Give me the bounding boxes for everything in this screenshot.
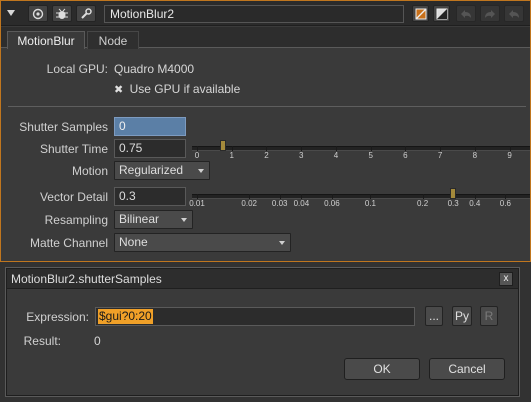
shutter-time-label: Shutter Time xyxy=(39,142,108,156)
cancel-button[interactable]: Cancel xyxy=(429,358,505,380)
shutter-samples-field[interactable]: 0 xyxy=(114,117,186,136)
redo-icon xyxy=(485,9,495,18)
node-help-button[interactable] xyxy=(52,5,72,22)
resampling-value: Bilinear xyxy=(119,212,160,226)
slider-tick-label: 6 xyxy=(403,151,408,160)
ok-button[interactable]: OK xyxy=(344,358,420,380)
circle-dot-icon xyxy=(32,8,44,19)
slider-tick-label: 0.3 xyxy=(447,199,459,208)
slider-tick-label: 0.01 xyxy=(189,199,205,208)
matte-channel-value: None xyxy=(119,235,148,249)
motion-value: Regularized xyxy=(119,163,184,177)
expression-input[interactable]: $gui?0:20 xyxy=(95,307,415,326)
matte-channel-dropdown[interactable]: None xyxy=(114,233,291,252)
slider-tick-label: 2 xyxy=(264,151,269,160)
viewer-swatch-icon xyxy=(436,8,447,19)
vector-detail-label: Vector Detail xyxy=(39,190,108,204)
slider-track xyxy=(192,146,530,151)
revert-button[interactable] xyxy=(504,5,524,22)
chevron-down-icon xyxy=(181,218,187,222)
shutter-samples-label: Shutter Samples xyxy=(19,120,108,134)
slider-tick-label: 0.4 xyxy=(469,199,481,208)
browse-button[interactable]: ... xyxy=(425,306,443,326)
chevron-down-icon xyxy=(279,241,285,245)
close-button[interactable]: x xyxy=(499,272,513,286)
slider-handle[interactable] xyxy=(220,140,227,151)
slider-tick-label: 0.2 xyxy=(417,199,429,208)
slider-tick-label: 0 xyxy=(194,151,200,160)
color-swatch-icon xyxy=(415,8,426,19)
tab-strip: MotionBlur Node xyxy=(1,27,530,49)
python-button[interactable]: Py xyxy=(452,306,472,326)
node-center-button[interactable] xyxy=(28,5,48,22)
slider-tick-label: 7 xyxy=(437,151,443,160)
resampling-label: Resampling xyxy=(44,213,108,227)
node-viewer-color-button[interactable] xyxy=(433,5,450,22)
node-name-field[interactable]: MotionBlur2 xyxy=(104,5,404,23)
checkbox-check-icon: ✖ xyxy=(114,84,124,96)
motion-label: Motion xyxy=(71,164,108,178)
chevron-down-icon xyxy=(198,169,204,173)
slider-tick-label: 0.02 xyxy=(241,199,257,208)
slider-tick-label: 0.04 xyxy=(293,199,310,208)
undo-button[interactable] xyxy=(456,5,476,22)
use-gpu-checkbox[interactable]: ✖ Use GPU if available xyxy=(114,82,240,96)
tab-node[interactable]: Node xyxy=(87,31,139,49)
slider-tick-label: 3 xyxy=(298,151,304,160)
tab-motionblur[interactable]: MotionBlur xyxy=(7,31,85,49)
expression-dialog: MotionBlur2.shutterSamples x Expression:… xyxy=(6,268,519,396)
shutter-time-slider[interactable]: 0 1 2 3 4 5 6 7 8 9 xyxy=(192,138,530,160)
node-color-button[interactable] xyxy=(412,5,429,22)
undo-icon xyxy=(461,9,471,18)
dialog-title: MotionBlur2.shutterSamples xyxy=(7,269,518,289)
motion-dropdown[interactable]: Regularized xyxy=(114,161,210,180)
result-value: 0 xyxy=(94,334,101,348)
slider-tick-label: 5 xyxy=(368,151,373,160)
shutter-time-field[interactable]: 0.75 xyxy=(114,139,186,158)
section-divider xyxy=(8,106,526,107)
redo-button[interactable] xyxy=(480,5,500,22)
matte-channel-label: Matte Channel xyxy=(29,236,108,250)
expression-text: $gui?0:20 xyxy=(98,309,153,324)
slider-tick-label: 1 xyxy=(229,151,234,160)
node-settings-button[interactable] xyxy=(76,5,96,22)
node-title-bar: MotionBlur2 xyxy=(1,1,530,26)
slider-tick-label: 0.6 xyxy=(499,199,511,208)
bug-icon xyxy=(56,8,68,19)
result-label: Result: xyxy=(23,334,61,348)
slider-tick-label: 4 xyxy=(333,151,339,160)
use-gpu-label: Use GPU if available xyxy=(129,82,241,96)
revert-icon xyxy=(509,9,519,18)
vector-detail-slider[interactable]: 0.01 0.02 0.03 0.04 0.06 0.1 0.2 0.3 0.4 0.6 xyxy=(189,186,530,208)
local-gpu-label: Local GPU: xyxy=(46,62,108,76)
r-button[interactable]: R xyxy=(480,306,498,326)
resampling-dropdown[interactable]: Bilinear xyxy=(114,210,193,229)
slider-handle[interactable] xyxy=(450,188,457,199)
slider-tick-label: 0.03 xyxy=(271,199,288,208)
slider-tick-label: 8 xyxy=(472,151,478,160)
wrench-icon xyxy=(81,7,92,19)
vector-detail-field[interactable]: 0.3 xyxy=(114,187,186,206)
collapse-toggle[interactable] xyxy=(5,7,17,19)
slider-tick-label: 0.06 xyxy=(324,199,340,208)
expression-label: Expression: xyxy=(26,310,89,324)
triangle-down-icon xyxy=(7,10,15,16)
slider-tick-label: 0.1 xyxy=(364,199,376,208)
local-gpu-value: Quadro M4000 xyxy=(114,62,195,76)
slider-tick-label: 9 xyxy=(507,151,512,160)
